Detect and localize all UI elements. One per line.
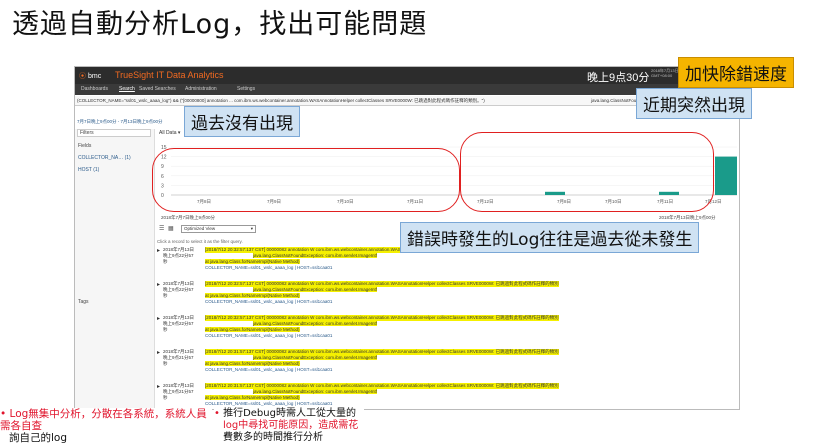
log-stack: at java.lang.Class.forNameImpl(Native Me… [205,259,300,264]
note-right-line1: 推行Debug時需人工從大量的 [223,408,356,419]
time-range[interactable]: 7月7日晚上9点00分 - 7月13日晚上9点00分 [77,119,163,125]
highlight-oval-past [152,148,460,212]
callout-recent: 近期突然出現 [636,88,752,119]
bmc-logo-icon: ⦿ [79,73,86,80]
chevron-down-icon: ▾ [250,226,253,231]
filter-input[interactable]: Filters [77,129,151,137]
note-left-line2: 詢自己的log [9,432,68,444]
expand-dot-icon[interactable]: ▸ [157,281,160,288]
log-timestamp: 2018年7月13日 晚上9点22分57 秒 [163,281,205,299]
tab-search[interactable]: Search [119,86,135,92]
log-row[interactable]: ▸ 2018年7月13日 晚上9点22分57 秒 [2018/7/12 20:32:57… [157,315,737,343]
clock-detail: 2018年7月13日 GMT+08:00 [651,68,679,78]
log-timestamp: 2018年7月13日 晚上9点21分57 秒 [163,349,205,367]
list-view-icon[interactable]: ☰ [159,225,164,232]
tags-heading: Tags [78,299,89,305]
expand-dot-icon[interactable]: ▸ [157,383,160,390]
tab-saved-searches[interactable]: Saved Searches [139,86,176,92]
clock-tz: GMT+08:00 [651,73,673,78]
all-data-label: All Data [159,130,177,136]
field-collector-name[interactable]: COLLECTOR_NA… (1) [78,155,131,161]
log-ts-line: 秒 [163,327,168,332]
brand-text: bmc [88,73,102,80]
log-stack: at java.lang.Class.forNameImpl(Native Me… [205,293,300,298]
fields-heading: Fields [78,143,92,149]
callout-past: 過去沒有出現 [184,106,300,137]
log-row[interactable]: ▸ 2018年7月13日 晚上9点21分57 秒 [2018/7/12 20:31:57… [157,349,737,377]
note-right-line2: log中尋找可能原因，造成需花 [223,420,359,431]
table-view-icon[interactable]: ▦ [168,225,174,232]
callout-errors: 錯誤時發生的Log往往是過去從未發生 [400,222,700,253]
log-exception: java.lang.ClassNotFoundException: com.ib… [253,321,378,326]
log-fields[interactable]: COLLECTOR_NAME=ssl01_wslc_aaaa_log | HOS… [205,265,332,270]
log-fields[interactable]: COLLECTOR_NAME=ssl01_wslc_aaaa_log | HOS… [205,401,332,406]
log-timestamp: 2018年7月13日 晚上9点22分57 秒 [163,247,205,265]
bullet-icon: • [214,408,224,419]
highlight-oval-recent [460,132,714,212]
log-stack: at java.lang.Class.forNameImpl(Native Me… [205,395,300,400]
log-fields[interactable]: COLLECTOR_NAME=ssl01_wslc_aaaa_log | HOS… [205,333,332,338]
log-stack: at java.lang.Class.forNameImpl(Native Me… [205,327,300,332]
slide-title: 透過自動分析Log，找出可能問題 [12,9,428,40]
log-timestamp: 2018年7月13日 晚上9点22分57 秒 [163,315,205,333]
log-fields[interactable]: COLLECTOR_NAME=ssl01_wslc_aaaa_log | HOS… [205,367,332,372]
top-bar: ⦿ bmc TrueSight IT Data Analytics 晚上9点30分… [75,67,739,84]
log-stack: at java.lang.Class.forNameImpl(Native Me… [205,361,300,366]
histogram-bar[interactable] [715,156,737,195]
tab-dashboards[interactable]: Dashboards [81,86,108,92]
all-data-toggle[interactable]: All Data ▾ [159,130,180,136]
log-row[interactable]: ▸ 2018年7月13日 晚上9点22分57 秒 [2018/7/12 20:32:57… [157,281,737,309]
log-row[interactable]: ▸ 2018年7月13日 晚上9点21分57 秒 [2018/7/12 20:31:57… [157,383,737,409]
list-note: Click a record to select it as the filte… [157,239,243,244]
log-exception: java.lang.ClassNotFoundException: com.ib… [253,355,378,360]
log-fields[interactable]: COLLECTOR_NAME=ssl01_wslc_aaaa_log | HOS… [205,299,332,304]
search-query-text: (COLLECTOR_NAME="ssl01_wslc_aaaa_log") &… [77,98,485,103]
timeline-end: 2018年7月13日晚上9点00分 [659,215,716,220]
chevron-down-icon: ▾ [177,130,181,136]
note-left: • Log無集中分析，分散在各系統，系統人員需各自查 詢自己的log [0,408,212,444]
log-ts-line: 秒 [163,395,168,400]
product-name: TrueSight IT Data Analytics [115,70,224,80]
tab-settings[interactable]: Settings [237,86,255,92]
callout-speed: 加快除錯速度 [678,57,794,88]
expand-dot-icon[interactable]: ▸ [157,247,160,254]
filter-sidebar: Filters Fields COLLECTOR_NA… (1) HOST (1… [75,129,155,409]
log-ts-line: 秒 [163,259,168,264]
expand-dot-icon[interactable]: ▸ [157,315,160,322]
view-mode-select[interactable]: Optimized View ▾ [181,225,256,233]
log-exception: java.lang.ClassNotFoundException: com.ib… [253,287,378,292]
note-right: • 推行Debug時需人工從大量的 log中尋找可能原因，造成需花 費數多的時間… [214,408,364,444]
note-left-line1: Log無集中分析，分散在各系統，系統人員需各自查 [0,408,207,432]
tab-administration[interactable]: Administration [185,86,217,92]
field-host[interactable]: HOST (1) [78,167,99,173]
note-right-line3: 費數多的時間推行分析 [223,432,323,443]
expand-dot-icon[interactable]: ▸ [157,349,160,356]
bullet-icon: • [0,408,10,420]
log-exception: java.lang.ClassNotFoundException: com.ib… [253,389,378,394]
clock: 晚上9点30分 [587,72,650,84]
log-ts-line: 秒 [163,293,168,298]
log-timestamp: 2018年7月13日 晚上9点21分57 秒 [163,383,205,401]
brand-logo[interactable]: ⦿ bmc [79,71,101,81]
log-exception: java.lang.ClassNotFoundException: com.ib… [253,253,378,258]
timeline-start: 2018年7月7日晚上9点00分 [161,215,216,220]
view-mode-label: Optimized View [184,226,216,231]
log-ts-line: 秒 [163,361,168,366]
